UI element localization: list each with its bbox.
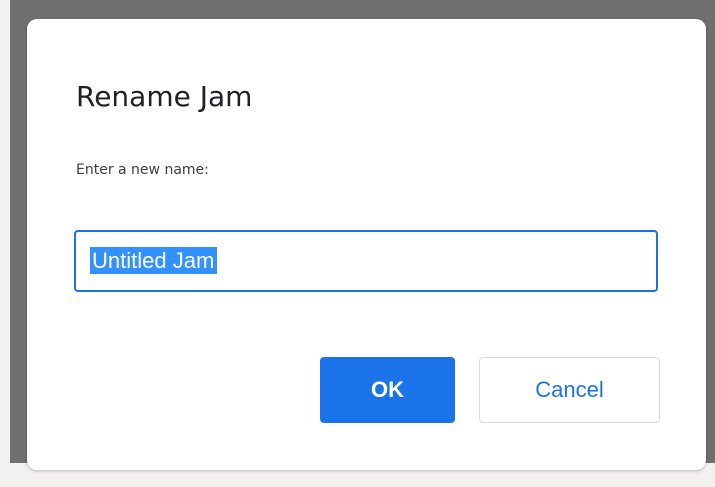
ok-button-label: OK [371,377,404,402]
rename-dialog: Rename Jam Enter a new name: Untitled Ja… [27,19,706,470]
page-background-left [0,0,10,487]
dialog-title: Rename Jam [76,80,253,113]
cancel-button[interactable]: Cancel [479,357,660,423]
name-input[interactable]: Untitled Jam [74,230,658,292]
dialog-prompt: Enter a new name: [76,162,209,178]
ok-button[interactable]: OK [320,357,455,423]
name-input-selected-text[interactable]: Untitled Jam [90,247,218,274]
cancel-button-label: Cancel [535,377,604,402]
